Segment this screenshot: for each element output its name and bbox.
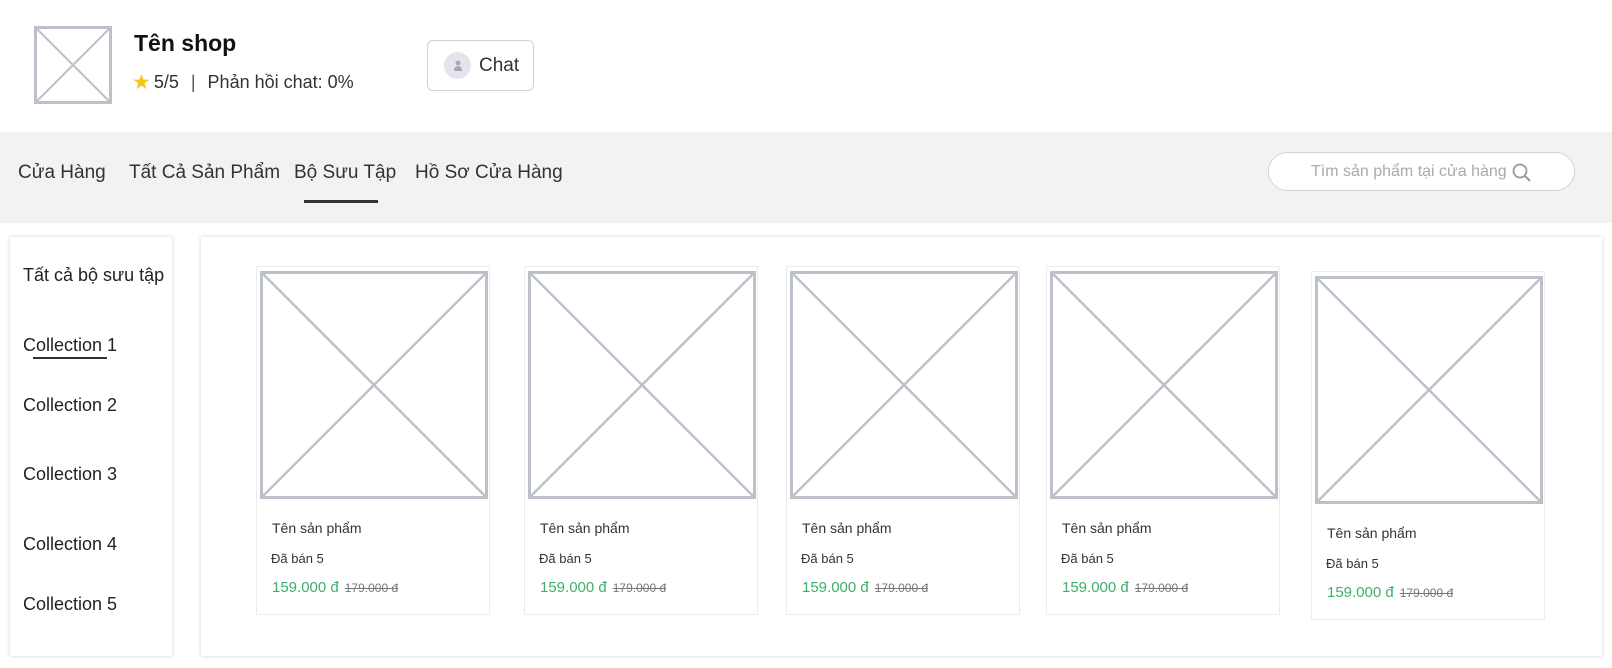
product-price: 159.000 đ 179.000 đ: [802, 579, 928, 596]
product-sold-count: Đã bán 5: [271, 551, 324, 566]
product-image-placeholder: [528, 271, 756, 499]
product-price: 159.000 đ 179.000 đ: [540, 579, 666, 596]
shop-meta: ★ 5/5 | Phản hồi chat: 0%: [132, 72, 354, 93]
shop-header: Tên shop ★ 5/5 | Phản hồi chat: 0% Chat: [0, 0, 1612, 132]
product-current-price: 159.000 đ: [540, 579, 607, 596]
product-panel: Tên sản phẩm Đã bán 5 159.000 đ 179.000 …: [201, 237, 1602, 656]
shop-logo-placeholder: [34, 26, 112, 104]
product-original-price: 179.000 đ: [344, 581, 399, 595]
product-name: Tên sản phẩm: [1327, 525, 1417, 541]
product-current-price: 159.000 đ: [1327, 584, 1394, 601]
collection-sidebar: Tất cả bộ sưu tập Collection 1 Collectio…: [10, 237, 172, 656]
shop-navbar: Cửa Hàng Tất Cả Sản Phẩm Bộ Sưu Tập Hồ S…: [0, 132, 1612, 223]
sidebar-item-collection-2[interactable]: Collection 2: [23, 395, 117, 416]
star-icon: ★: [132, 71, 151, 94]
product-sold-count: Đã bán 5: [539, 551, 592, 566]
product-current-price: 159.000 đ: [1062, 579, 1129, 596]
sidebar-item-collection-3[interactable]: Collection 3: [23, 464, 117, 485]
product-card[interactable]: Tên sản phẩm Đã bán 5 159.000 đ 179.000 …: [1311, 271, 1545, 620]
shop-name: Tên shop: [134, 30, 237, 56]
chat-button-label: Chat: [479, 54, 520, 76]
tab-all-products[interactable]: Tất Cả Sản Phẩm: [129, 162, 280, 184]
product-sold-count: Đã bán 5: [801, 551, 854, 566]
product-original-price: 179.000 đ: [1134, 581, 1189, 595]
product-image-placeholder: [790, 271, 1018, 499]
product-image-placeholder: [1315, 276, 1543, 504]
sidebar-item-collection-1[interactable]: Collection 1: [23, 335, 117, 356]
product-original-price: 179.000 đ: [612, 581, 667, 595]
sidebar-item-collection-4[interactable]: Collection 4: [23, 534, 117, 555]
product-name: Tên sản phẩm: [540, 520, 630, 536]
search-icon[interactable]: [1511, 162, 1533, 184]
product-current-price: 159.000 đ: [802, 579, 869, 596]
tab-collections[interactable]: Bộ Sưu Tập: [294, 162, 396, 184]
meta-separator: |: [190, 72, 196, 92]
product-sold-count: Đã bán 5: [1061, 551, 1114, 566]
shop-rating: 5/5: [153, 72, 179, 92]
product-name: Tên sản phẩm: [1062, 520, 1152, 536]
product-price: 159.000 đ 179.000 đ: [1062, 579, 1188, 596]
active-tab-underline: [304, 200, 378, 203]
sidebar-item-all-collections[interactable]: Tất cả bộ sưu tập: [23, 265, 164, 286]
product-price: 159.000 đ 179.000 đ: [1327, 584, 1453, 601]
chat-response-rate: Phản hồi chat: 0%: [207, 72, 354, 92]
user-icon: [444, 52, 471, 79]
product-original-price: 179.000 đ: [1399, 586, 1454, 600]
product-card[interactable]: Tên sản phẩm Đã bán 5 159.000 đ 179.000 …: [1046, 266, 1280, 615]
product-price: 159.000 đ 179.000 đ: [272, 579, 398, 596]
product-image-placeholder: [1050, 271, 1278, 499]
product-current-price: 159.000 đ: [272, 579, 339, 596]
tab-store-profile[interactable]: Hồ Sơ Cửa Hàng: [415, 162, 563, 184]
active-collection-underline: [33, 357, 107, 359]
search-input[interactable]: [1311, 162, 1521, 181]
product-card[interactable]: Tên sản phẩm Đã bán 5 159.000 đ 179.000 …: [256, 266, 490, 615]
product-card[interactable]: Tên sản phẩm Đã bán 5 159.000 đ 179.000 …: [786, 266, 1020, 615]
sidebar-item-collection-5[interactable]: Collection 5: [23, 594, 117, 615]
shop-search: [1268, 152, 1575, 191]
product-image-placeholder: [260, 271, 488, 499]
product-name: Tên sản phẩm: [802, 520, 892, 536]
product-name: Tên sản phẩm: [272, 520, 362, 536]
product-sold-count: Đã bán 5: [1326, 556, 1379, 571]
product-original-price: 179.000 đ: [874, 581, 929, 595]
chat-button[interactable]: Chat: [427, 40, 534, 91]
tab-store[interactable]: Cửa Hàng: [18, 162, 106, 184]
product-card[interactable]: Tên sản phẩm Đã bán 5 159.000 đ 179.000 …: [524, 266, 758, 615]
